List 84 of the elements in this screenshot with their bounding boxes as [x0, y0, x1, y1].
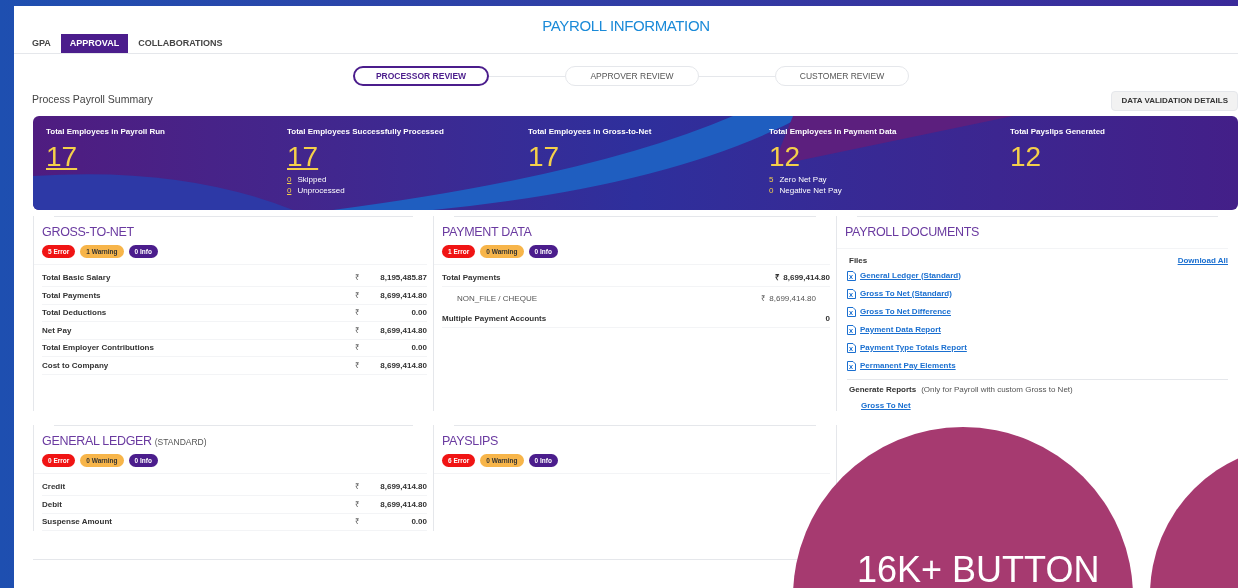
- section-heading: Process Payroll Summary: [32, 92, 153, 108]
- row-label: Net Pay: [42, 324, 73, 337]
- row-label: Credit: [42, 481, 67, 493]
- page-title: PAYROLL INFORMATION: [542, 17, 710, 34]
- row-label: Total Employer Contributions: [42, 342, 155, 354]
- file-link[interactable]: Permanent Pay Elements: [860, 359, 956, 372]
- spreadsheet-file-icon: [847, 360, 856, 371]
- currency-symbol: ₹: [355, 272, 361, 284]
- currency-symbol: ₹: [355, 359, 361, 372]
- row-label: Debit: [42, 498, 63, 511]
- row-label: Total Payments: [442, 272, 502, 284]
- stat-value: 12: [1010, 140, 1042, 174]
- amount: 8,699,414.80: [379, 498, 427, 511]
- row-label: Cost to Company: [42, 359, 110, 372]
- spreadsheet-file-icon: [847, 270, 856, 281]
- amount: 8,195,485.87: [379, 272, 427, 284]
- card-title: GROSS-TO-NET: [42, 224, 134, 241]
- tab[interactable]: APPROVAL: [60, 34, 129, 53]
- spreadsheet-file-icon: [847, 288, 856, 299]
- tab[interactable]: COLLABORATIONS: [132, 34, 229, 53]
- detail-count[interactable]: 0: [287, 185, 292, 196]
- currency-symbol: ₹: [355, 516, 361, 528]
- amount: 0.00: [410, 307, 427, 319]
- detail-label: Negative Net Pay: [779, 185, 842, 196]
- currency-symbol: ₹: [355, 307, 361, 319]
- file-link[interactable]: Gross To Net Difference: [860, 305, 951, 318]
- amount: 8,699,414.80: [769, 292, 816, 305]
- amount: 0: [825, 312, 830, 325]
- detail-count[interactable]: 0: [287, 174, 292, 185]
- spreadsheet-file-icon: [847, 324, 856, 335]
- stat-value: 17: [528, 140, 560, 174]
- data-validation-button[interactable]: DATA VALIDATION DETAILS: [1111, 91, 1238, 111]
- stat-value: 12: [769, 140, 801, 174]
- amount: 0.00: [410, 516, 427, 528]
- amount: 8,699,414.80: [379, 359, 427, 372]
- stat-value[interactable]: 17: [287, 140, 319, 174]
- card-title: PAYMENT DATA: [442, 224, 532, 241]
- download-all-link[interactable]: Download All: [1177, 254, 1228, 267]
- generate-reports-note: (Only for Payroll with custom Gross to Net): [921, 383, 1073, 396]
- promo-text: 16K+ BUTTON: [857, 550, 1100, 588]
- file-link[interactable]: Gross To Net (Standard): [860, 287, 952, 300]
- currency-symbol: ₹: [355, 498, 361, 511]
- row-label: Total Basic Salary: [42, 272, 112, 284]
- currency-symbol: ₹: [355, 342, 361, 354]
- file-link[interactable]: General Ledger (Standard): [860, 269, 961, 282]
- review-step[interactable]: PROCESSOR REVIEW: [353, 66, 489, 86]
- currency-symbol: ₹: [355, 481, 361, 493]
- stat-value[interactable]: 17: [46, 140, 78, 174]
- card-subtitle: (STANDARD): [154, 436, 207, 449]
- stat-label: Total Employees in Payroll Run: [46, 126, 166, 138]
- amount: 8,699,414.80: [783, 272, 830, 284]
- currency-symbol: ₹: [775, 272, 781, 284]
- currency-symbol: ₹: [761, 292, 767, 305]
- row-label: Total Deductions: [42, 307, 108, 319]
- stat-label: Total Employees in Payment Data: [769, 126, 898, 138]
- card-title: PAYROLL DOCUMENTS: [845, 224, 980, 241]
- card-title: GENERAL LEDGER: [42, 433, 152, 450]
- file-link[interactable]: Payment Type Totals Report: [860, 341, 967, 354]
- detail-count: 0: [769, 185, 774, 196]
- row-label: Total Payments: [42, 289, 102, 302]
- currency-symbol: ₹: [355, 289, 361, 302]
- tab[interactable]: GPA: [26, 34, 57, 53]
- stat-label: Total Employees in Gross-to-Net: [528, 126, 653, 138]
- detail-count: 5: [769, 174, 774, 185]
- detail-label: Skipped: [297, 174, 327, 185]
- amount: 0.00: [410, 342, 427, 354]
- detail-label: Unprocessed: [297, 185, 345, 196]
- generate-reports-label: Generate Reports: [849, 383, 917, 396]
- report-link[interactable]: Gross To Net: [837, 399, 1238, 412]
- file-link[interactable]: Payment Data Report: [860, 323, 941, 336]
- spreadsheet-file-icon: [847, 342, 856, 353]
- spreadsheet-file-icon: [847, 306, 856, 317]
- row-label: Multiple Payment Accounts: [442, 312, 548, 325]
- detail-label: Zero Net Pay: [779, 174, 827, 185]
- amount: 8,699,414.80: [379, 324, 427, 337]
- amount: 8,699,414.80: [379, 289, 427, 302]
- stat-label: Total Payslips Generated: [1010, 126, 1106, 138]
- currency-symbol: ₹: [355, 324, 361, 337]
- files-label: Files: [849, 254, 868, 267]
- card-title: PAYSLIPS: [442, 433, 499, 450]
- row-label: Suspense Amount: [42, 516, 113, 528]
- stat-label: Total Employees Successfully Processed: [287, 126, 445, 138]
- amount: 8,699,414.80: [379, 481, 427, 493]
- row-label: NON_FILE / CHEQUE: [457, 292, 538, 305]
